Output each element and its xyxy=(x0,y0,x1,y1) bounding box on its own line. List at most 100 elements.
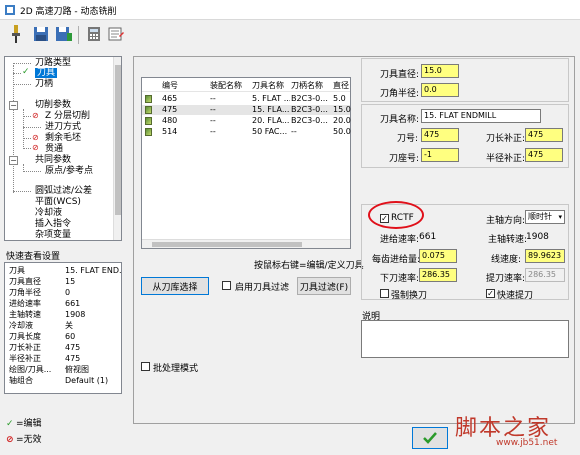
collapse-icon[interactable]: − xyxy=(9,101,18,110)
table-row[interactable]: 514 -- 50 FAC... -- 50.0 xyxy=(142,127,351,137)
table-row[interactable]: 480 -- 20. FLA... B2C3-0... 20.0 xyxy=(142,116,351,127)
tree-item-rest-stock[interactable]: 剩余毛坯 xyxy=(45,133,81,144)
force-tool-change-label: 强制换刀 xyxy=(391,291,428,301)
tree-guide-line xyxy=(23,148,31,149)
retract-rate-label: 提刀速率: xyxy=(486,274,526,284)
tree-item-coolant[interactable]: 冷却液 xyxy=(35,208,62,219)
tree-item-label: 进刀方式 xyxy=(45,122,82,132)
plunge-rate-field[interactable]: 286.35 xyxy=(419,268,457,282)
tree-guide-line xyxy=(13,191,31,192)
parameter-tree[interactable]: 刀路类型 ✓ 刀具 刀柄 − 切削参数 ⊘ Z 分层切削 进刀方式 ⊘ 剩余毛坯… xyxy=(4,56,122,241)
quick-view-title: 快速查看设置 xyxy=(6,252,61,262)
chevron-down-icon: ▾ xyxy=(558,213,562,221)
tool-table[interactable]: 编号 装配名称 刀具名称 刀柄名称 直径 465 -- 5. FLAT ... … xyxy=(141,77,351,249)
tree-item-misc-values[interactable]: 杂项变量 xyxy=(35,230,71,240)
right-click-hint: 按鼠标右键=编辑/定义刀具 xyxy=(254,261,364,271)
table-row[interactable]: 465 -- 5. FLAT ... B2C3-0... 5.0 xyxy=(142,94,350,104)
column-header[interactable]: 直径 xyxy=(333,80,351,91)
notes-textarea[interactable] xyxy=(361,320,569,358)
tree-scrollbar[interactable] xyxy=(113,57,121,240)
table-hscrollbar[interactable] xyxy=(142,239,350,248)
tree-item-z-depth[interactable]: Z 分层切削 xyxy=(45,111,90,122)
calculator-icon[interactable] xyxy=(84,24,104,44)
tool-filter-button[interactable]: 刀具过滤(F) xyxy=(297,277,351,295)
rapid-retract-label: 快速提刀 xyxy=(497,291,534,301)
feed-rate-value: 661 xyxy=(419,232,437,242)
enable-filter-checkbox[interactable] xyxy=(222,281,231,290)
invalid-icon: ⊘ xyxy=(6,435,14,445)
tree-item-label: 剩余毛坯 xyxy=(45,133,82,143)
scrollbar-thumb[interactable] xyxy=(152,242,302,247)
save-as-icon[interactable] xyxy=(54,24,74,44)
ok-button[interactable] xyxy=(412,427,448,449)
force-tool-change-checkbox[interactable] xyxy=(380,289,389,298)
column-header[interactable]: 编号 xyxy=(162,80,178,91)
tool-diameter-label: 刀具直径: xyxy=(380,70,420,80)
invalid-icon: ⊘ xyxy=(32,143,39,152)
tree-item-label: Z 分层切削 xyxy=(45,111,91,121)
length-offset-field[interactable]: 475 xyxy=(525,128,563,142)
holder-number-label: 刀座号: xyxy=(389,154,420,164)
legend-invalid: ⊘ =无效 xyxy=(6,435,42,445)
feed-per-tooth-label: 每齿进给量: xyxy=(372,255,421,265)
invalid-icon: ⊘ xyxy=(32,133,39,142)
collapse-icon[interactable]: − xyxy=(9,156,18,165)
tree-item-holder[interactable]: 刀柄 xyxy=(35,79,53,90)
window-title: 2D 高速刀路 - 动态铣削 xyxy=(20,7,117,17)
column-header[interactable]: 装配名称 xyxy=(210,80,242,91)
corner-radius-field[interactable]: 0.0 xyxy=(421,83,459,97)
batch-mode-label: 批处理模式 xyxy=(153,364,199,374)
tree-item-label: 圆弧过滤/公差 xyxy=(35,186,93,196)
tree-item-lead-in[interactable]: 进刀方式 xyxy=(45,122,81,133)
tool-icon xyxy=(145,106,152,116)
tree-item-label: 贯通 xyxy=(45,144,64,154)
spindle-direction-label: 主轴方向: xyxy=(486,216,526,226)
tree-item-label: 刀路类型 xyxy=(35,58,72,68)
batch-mode-checkbox[interactable] xyxy=(141,362,150,371)
tree-guide-line xyxy=(23,127,41,128)
radius-offset-field[interactable]: 475 xyxy=(525,148,563,162)
pin-tool-icon[interactable] xyxy=(6,24,26,44)
retract-rate-field[interactable]: 286.35 xyxy=(525,268,565,282)
title-bar: 2D 高速刀路 - 动态铣削 xyxy=(0,0,580,20)
tree-guide-line xyxy=(23,171,41,172)
tree-item-break-through[interactable]: 贯通 xyxy=(45,144,63,155)
surface-speed-field[interactable]: 89.9623 xyxy=(525,249,565,263)
tree-item-label: 刀柄 xyxy=(35,79,54,89)
tool-diameter-field[interactable]: 15.0 xyxy=(421,64,459,78)
holder-number-field[interactable]: -1 xyxy=(421,148,459,162)
tree-guide-line xyxy=(23,116,31,117)
tree-item-label: 共同参数 xyxy=(35,155,72,165)
tree-item-arc-filter[interactable]: 圆弧过滤/公差 xyxy=(35,186,92,197)
column-header[interactable]: 刀柄名称 xyxy=(291,80,323,91)
tool-name-field[interactable]: 15. FLAT ENDMILL xyxy=(421,109,541,123)
scrollbar-thumb[interactable] xyxy=(115,65,121,215)
surface-speed-label: 线速度: xyxy=(491,255,522,265)
tree-item-linking[interactable]: 共同参数 xyxy=(35,155,71,166)
tool-number-label: 刀号: xyxy=(397,134,419,144)
highlight-circle xyxy=(368,201,424,229)
table-row[interactable]: 475 -- 15. FLA... B2C3-0... 15.0 xyxy=(142,105,351,116)
corner-radius-label: 刀角半径: xyxy=(380,89,420,99)
rapid-retract-checkbox[interactable]: ✓ xyxy=(486,289,495,298)
tree-item-label: 切削参数 xyxy=(35,100,72,110)
select-from-library-button[interactable]: 从刀库选择 xyxy=(141,277,209,295)
save-icon[interactable] xyxy=(31,24,51,44)
toolbar xyxy=(0,20,580,50)
spindle-speed-label: 主轴转速: xyxy=(488,235,528,245)
tree-item-tool[interactable]: 刀具 xyxy=(35,68,58,79)
feed-per-tooth-field[interactable]: 0.075 xyxy=(419,249,457,263)
tool-icon xyxy=(145,117,152,127)
radius-offset-label: 半径补正: xyxy=(486,154,526,164)
tree-item-planes[interactable]: 平面(WCS) xyxy=(35,197,81,208)
spindle-direction-select[interactable]: 顺时针 ▾ xyxy=(525,210,565,224)
column-header[interactable]: 刀具名称 xyxy=(252,80,284,91)
tree-item-cut-params[interactable]: 切削参数 xyxy=(35,100,71,111)
tree-item-label: 冷却液 xyxy=(35,208,63,218)
tree-item-canned-text[interactable]: 插入指令 xyxy=(35,219,71,230)
tree-item-home[interactable]: 原点/参考点 xyxy=(45,166,93,177)
edit-list-icon[interactable] xyxy=(106,24,126,44)
tool-number-field[interactable]: 475 xyxy=(421,128,459,142)
tree-guide-line xyxy=(23,109,24,147)
spindle-speed-value: 1908 xyxy=(526,232,549,242)
